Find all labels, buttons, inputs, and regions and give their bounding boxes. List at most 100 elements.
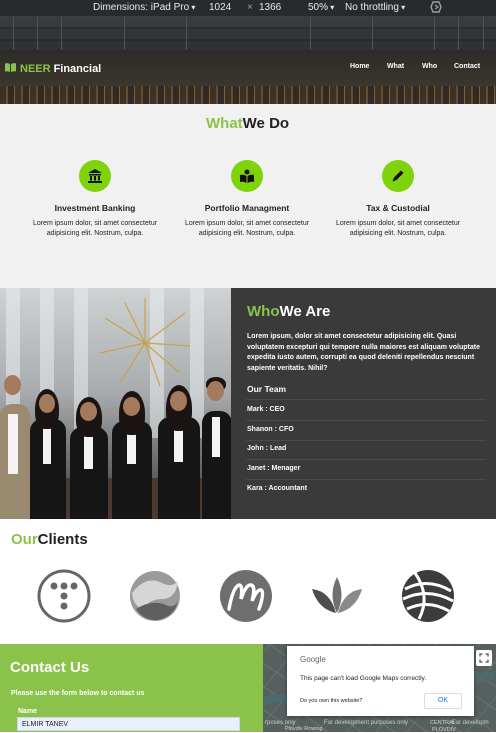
throttling-select[interactable]: No throttling — [345, 1, 405, 15]
divider — [246, 440, 486, 441]
shirt — [43, 424, 51, 464]
divider — [246, 420, 486, 421]
map-dev-watermark: rposes only — [265, 720, 296, 726]
service-card: Tax & Custodial Lorem ipsum dolor, sit a… — [318, 160, 478, 238]
divider — [246, 459, 486, 460]
team-heading: Our Team — [247, 384, 287, 394]
name-input[interactable]: ELMIR TANEV — [17, 717, 240, 731]
map-place-label: PLOVDIV — [432, 727, 456, 733]
media-query-ruler — [0, 16, 496, 51]
contact-section: Contact Us Please use the form below to … — [0, 644, 263, 732]
who-we-are-section: WhoWe Are Lorem ipsum, dolor sit amet co… — [0, 288, 496, 519]
contact-title: Contact Us — [10, 659, 90, 676]
head — [80, 402, 97, 421]
contact-subtitle: Please use the form below to contact us — [11, 690, 145, 697]
ruler-tick — [37, 17, 38, 51]
device-width-input[interactable]: 1024 — [209, 1, 231, 15]
title-rest: We Are — [279, 303, 331, 320]
ruler-tick — [13, 17, 14, 51]
zoom-select[interactable]: 50% — [308, 1, 334, 15]
ok-button[interactable]: OK — [424, 693, 462, 709]
service-description: Lorem ipsum dolor, sit amet consectetur … — [335, 220, 461, 237]
ruler-tick — [483, 17, 484, 51]
head — [207, 381, 224, 401]
client-logo-leaf-icon — [312, 577, 362, 613]
nav-link-contact[interactable]: Contact — [454, 63, 480, 70]
team-member: Shanon : CFO — [247, 426, 294, 433]
divider — [246, 479, 486, 480]
team-member-figure — [0, 369, 30, 519]
device-height-input[interactable]: 1366 — [259, 1, 281, 15]
team-member: Mark : CEO — [247, 406, 285, 413]
ruler-tick — [434, 17, 435, 51]
service-description: Lorem ipsum dolor, sit amet consectetur … — [184, 220, 310, 237]
service-card: Investment Banking Lorem ipsum dolor, si… — [15, 160, 175, 238]
service-title: Investment Banking — [54, 203, 136, 213]
book-open-icon — [231, 160, 263, 192]
service-title: Portfolio Managment — [204, 203, 290, 213]
who-paragraph: Lorem ipsum, dolor sit amet consectetur … — [247, 333, 480, 372]
divider — [246, 399, 486, 400]
head — [39, 394, 55, 413]
google-logo: Google — [300, 655, 326, 664]
team-member: Kara : Accountant — [247, 485, 308, 492]
nav-link-home[interactable]: Home — [350, 63, 369, 70]
shirt — [212, 417, 220, 457]
map-dev-watermark: For developm — [452, 720, 489, 726]
brand-prefix: NEER — [20, 63, 51, 75]
team-member-figure — [28, 389, 68, 519]
title-accent: What — [206, 115, 243, 132]
what-section-title: WhatWe Do — [206, 115, 289, 132]
what-we-do-section: WhatWe Do Investment Banking Lorem ipsum… — [0, 104, 496, 288]
client-logo-wave-icon — [130, 571, 180, 621]
device-dimensions-select[interactable]: Dimensions: iPad Pro — [93, 1, 195, 15]
head — [4, 375, 21, 395]
client-logo-t-icon — [37, 569, 91, 623]
pencil-icon — [382, 160, 414, 192]
ruler-tick — [310, 17, 311, 51]
team-member: Janet : Menager — [247, 465, 301, 472]
nav-link-who[interactable]: Who — [422, 63, 437, 70]
devtools-device-toolbar: Dimensions: iPad Pro 1024 × 1366 50% No … — [0, 0, 496, 16]
ruler-tick — [186, 17, 187, 51]
nav-link-what[interactable]: What — [387, 63, 404, 70]
team-member-figure — [156, 385, 202, 519]
title-accent: Our — [11, 531, 38, 548]
book-icon — [4, 62, 17, 76]
head — [170, 391, 187, 411]
ruler-tick — [124, 17, 125, 51]
team-member-figure — [110, 391, 154, 519]
brand-suffix: Financial — [53, 63, 102, 75]
clients-section-title: OurClients — [11, 531, 88, 548]
title-accent: Who — [247, 303, 280, 320]
chandelier-icon — [100, 298, 190, 387]
service-card: Portfolio Managment Lorem ipsum dolor, s… — [167, 160, 327, 238]
shirt — [8, 414, 18, 474]
brand-logo[interactable]: NEER Financial — [4, 62, 101, 76]
ruler-tick — [458, 17, 459, 51]
shirt — [84, 433, 93, 469]
name-label: Name — [18, 708, 38, 715]
title-rest: Clients — [37, 531, 88, 548]
clients-section: OurClients — [0, 519, 496, 644]
service-description: Lorem ipsum dolor, sit amet consectetur … — [32, 220, 158, 237]
maps-error-dialog: Google This page can't load Google Maps … — [287, 646, 474, 716]
map-place-label: Plovdiv Rowing — [285, 726, 323, 732]
ruler-tick — [372, 17, 373, 51]
team-member: John : Lead — [247, 445, 287, 452]
team-member-figure — [68, 397, 110, 519]
fullscreen-icon[interactable] — [476, 650, 492, 666]
city-lights — [0, 86, 496, 104]
ruler-tick — [61, 17, 62, 51]
team-member-figure — [202, 377, 231, 519]
who-section-title: WhoWe Are — [247, 303, 330, 320]
own-website-link[interactable]: Do you own this website? — [300, 698, 362, 704]
hero-banner — [0, 50, 496, 104]
map-dev-watermark: For development purposes only — [324, 720, 409, 726]
bank-icon — [79, 160, 111, 192]
dimension-separator: × — [247, 2, 253, 13]
title-rest: We Do — [242, 115, 290, 132]
client-logo-m-icon — [220, 570, 272, 622]
maps-error-message: This page can't load Google Maps correct… — [300, 675, 427, 682]
ruler-band — [0, 29, 496, 39]
